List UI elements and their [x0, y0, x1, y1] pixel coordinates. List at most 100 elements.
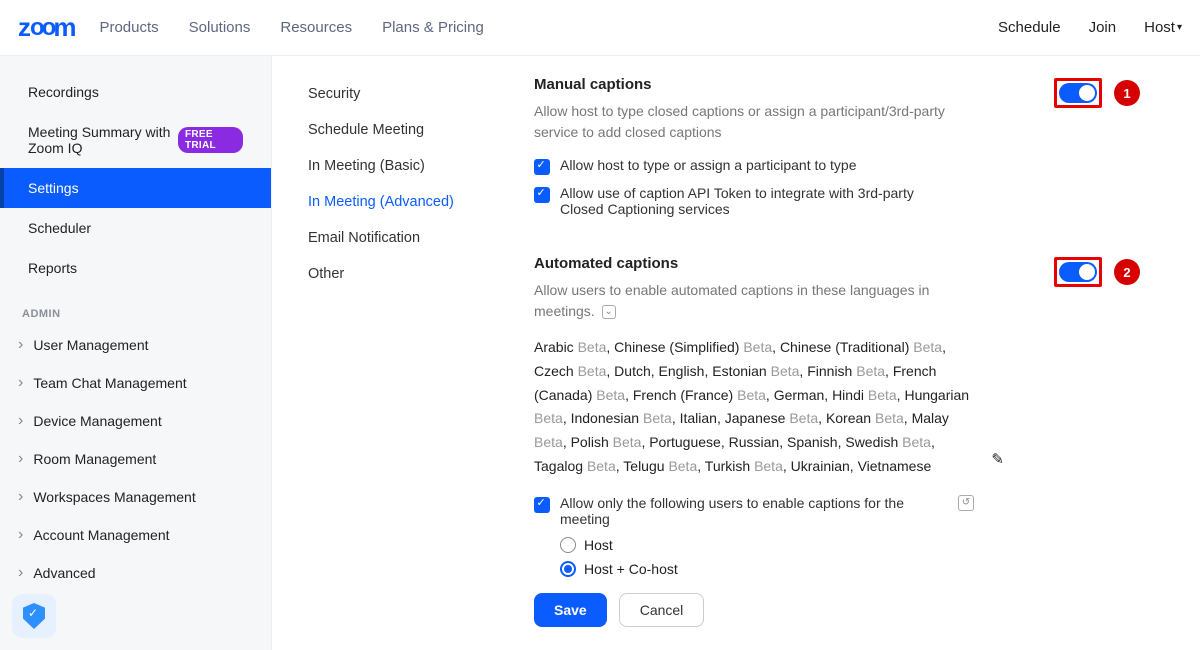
beta-badge: Beta [668, 458, 697, 474]
language-item: Hungarian [904, 387, 969, 403]
checkbox-api-token-label: Allow use of caption API Token to integr… [560, 185, 954, 217]
beta-badge: Beta [902, 434, 931, 450]
language-item: Polish [571, 434, 609, 450]
chevron-right-icon [18, 450, 23, 468]
privacy-shield-button[interactable] [12, 594, 56, 638]
annotation-box-1 [1054, 78, 1102, 108]
language-item: Hindi [832, 387, 864, 403]
radio-host-label: Host [584, 537, 613, 553]
sidebar-admin-workspaces-management[interactable]: Workspaces Management [0, 478, 271, 516]
radio-host[interactable] [560, 537, 576, 553]
nav-schedule[interactable]: Schedule [998, 19, 1061, 36]
save-button[interactable]: Save [534, 593, 607, 627]
settings-tabs-sidebar: SecuritySchedule MeetingIn Meeting (Basi… [272, 56, 492, 650]
sidebar-admin-advanced[interactable]: Advanced [0, 554, 271, 592]
manual-captions-toggle[interactable] [1059, 83, 1097, 103]
sidebar-admin-user-management[interactable]: User Management [0, 326, 271, 364]
restrict-radio-group: Host Host + Co-host [560, 537, 1168, 577]
sidebar-recordings[interactable]: Recordings [0, 72, 271, 112]
language-item: Portuguese [649, 434, 721, 450]
beta-badge: Beta [534, 410, 563, 426]
chevron-down-icon: ▾ [1177, 22, 1182, 33]
language-item: Italian [680, 410, 717, 426]
edit-languages-icon[interactable]: ✎ [991, 447, 1004, 473]
beta-badge: Beta [771, 363, 800, 379]
beta-badge: Beta [875, 410, 904, 426]
automated-captions-section: 2 Automated captions Allow users to enab… [534, 255, 1168, 627]
language-item: Chinese (Traditional) [780, 339, 909, 355]
nav-right: Schedule Join Host▾ [998, 19, 1182, 36]
admin-section-label: ADMIN [0, 288, 271, 326]
checkbox-api-token[interactable] [534, 187, 550, 203]
checkbox-host-type-label: Allow host to type or assign a participa… [560, 157, 857, 173]
nav-join[interactable]: Join [1089, 19, 1117, 36]
sidebar-admin-device-management[interactable]: Device Management [0, 402, 271, 440]
beta-badge: Beta [737, 387, 766, 403]
beta-badge: Beta [613, 434, 642, 450]
language-item: Chinese (Simplified) [614, 339, 739, 355]
language-item: Turkish [705, 458, 750, 474]
sidebar-admin-room-management[interactable]: Room Management [0, 440, 271, 478]
beta-badge: Beta [578, 363, 607, 379]
language-item: Russian [729, 434, 780, 450]
beta-badge: Beta [913, 339, 942, 355]
top-header: zoom Products Solutions Resources Plans … [0, 0, 1200, 56]
language-item: Finnish [807, 363, 852, 379]
annotation-box-2 [1054, 257, 1102, 287]
language-item: Dutch [614, 363, 651, 379]
beta-badge: Beta [587, 458, 616, 474]
language-item: German [774, 387, 825, 403]
sidebar-reports[interactable]: Reports [0, 248, 271, 288]
beta-badge: Beta [789, 410, 818, 426]
beta-badge: Beta [643, 410, 672, 426]
zoom-logo[interactable]: zoom [18, 12, 75, 43]
settings-tab-schedule-meeting[interactable]: Schedule Meeting [308, 112, 480, 148]
sidebar-settings[interactable]: Settings [0, 168, 271, 208]
settings-content: 1 Manual captions Allow host to type clo… [492, 56, 1200, 650]
nav-plans[interactable]: Plans & Pricing [382, 19, 484, 36]
sidebar-scheduler[interactable]: Scheduler [0, 208, 271, 248]
info-icon[interactable]: ⌄ [602, 305, 616, 319]
cancel-button[interactable]: Cancel [619, 593, 705, 627]
language-item: Malay [912, 410, 949, 426]
language-item: Indonesian [571, 410, 640, 426]
annotation-badge-1: 1 [1114, 80, 1140, 106]
automated-captions-toggle[interactable] [1059, 262, 1097, 282]
settings-tab-in-meeting-basic-[interactable]: In Meeting (Basic) [308, 148, 480, 184]
radio-host-cohost-label: Host + Co-host [584, 561, 678, 577]
checkbox-restrict-users-label: Allow only the following users to enable… [560, 495, 910, 527]
sidebar-admin-team-chat-management[interactable]: Team Chat Management [0, 364, 271, 402]
language-item: Korean [826, 410, 871, 426]
settings-tab-email-notification[interactable]: Email Notification [308, 220, 480, 256]
language-item: Telugu [623, 458, 664, 474]
sidebar-meeting-summary[interactable]: Meeting Summary with Zoom IQ FREE TRIAL [0, 112, 271, 168]
nav-solutions[interactable]: Solutions [189, 19, 251, 36]
reset-icon[interactable]: ↺ [958, 495, 974, 511]
manual-captions-section: 1 Manual captions Allow host to type clo… [534, 76, 1168, 217]
nav-host[interactable]: Host▾ [1144, 19, 1182, 36]
chevron-right-icon [18, 488, 23, 506]
nav-products[interactable]: Products [99, 19, 158, 36]
language-item: French (France) [633, 387, 733, 403]
languages-list: Arabic Beta, Chinese (Simplified) Beta, … [534, 336, 974, 479]
language-item: Ukrainian [791, 458, 850, 474]
chevron-right-icon [18, 564, 23, 582]
automated-captions-desc: Allow users to enable automated captions… [534, 280, 964, 322]
checkbox-restrict-users[interactable] [534, 497, 550, 513]
sidebar-admin-account-management[interactable]: Account Management [0, 516, 271, 554]
radio-host-cohost[interactable] [560, 561, 576, 577]
beta-badge: Beta [596, 387, 625, 403]
language-item: Arabic [534, 339, 574, 355]
language-item: Japanese [725, 410, 786, 426]
language-item: Estonian [712, 363, 766, 379]
beta-badge: Beta [868, 387, 897, 403]
nav-resources[interactable]: Resources [280, 19, 352, 36]
account-sidebar: Recordings Meeting Summary with Zoom IQ … [0, 56, 272, 650]
settings-tab-in-meeting-advanced-[interactable]: In Meeting (Advanced) [308, 184, 480, 220]
chevron-right-icon [18, 526, 23, 544]
settings-tab-other[interactable]: Other [308, 256, 480, 292]
language-item: Vietnamese [858, 458, 932, 474]
settings-tab-security[interactable]: Security [308, 76, 480, 112]
checkbox-host-type[interactable] [534, 159, 550, 175]
beta-badge: Beta [578, 339, 607, 355]
